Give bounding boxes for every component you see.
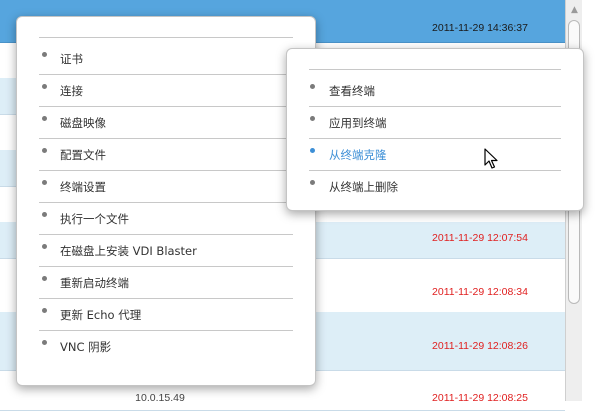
row-timestamp: 2011-11-29 12:08:34 xyxy=(432,286,528,298)
bullet-icon xyxy=(310,148,315,153)
menu-item-label: 应用到终端 xyxy=(329,116,387,130)
menu-item-label: 终端设置 xyxy=(60,180,106,194)
menu-item-disk-image[interactable]: 磁盘映像 xyxy=(17,107,315,139)
bullet-icon xyxy=(42,180,47,185)
menu-item-label: VNC 阴影 xyxy=(60,340,112,354)
menu-item-label: 连接 xyxy=(60,84,83,98)
row-ip: 10.0.15.49 xyxy=(135,392,185,404)
menu-item-label: 执行一个文件 xyxy=(60,212,129,226)
menu-item-label: 从终端克隆 xyxy=(329,148,387,162)
bullet-icon xyxy=(310,84,315,89)
menu-item-label: 重新启动终端 xyxy=(60,276,129,290)
bullet-icon xyxy=(42,84,47,89)
menu-item-label: 更新 Echo 代理 xyxy=(60,308,142,322)
chevron-up-icon[interactable]: ▲ xyxy=(569,4,580,16)
menu-item-label: 查看终端 xyxy=(329,84,375,98)
menu-item-connect[interactable]: 连接 xyxy=(17,75,315,107)
menu-item-label: 配置文件 xyxy=(60,148,106,162)
bullet-icon xyxy=(42,244,47,249)
submenu-item-view-terminal[interactable]: 查看终端 xyxy=(287,75,583,107)
menu-divider xyxy=(39,37,293,38)
bullet-icon xyxy=(42,276,47,281)
menu-item-restart-terminal[interactable]: 重新启动终端 xyxy=(17,267,315,299)
menu-item-terminal-settings[interactable]: 终端设置 xyxy=(17,171,315,203)
submenu-item-delete-from-terminal[interactable]: 从终端上删除 xyxy=(287,171,583,203)
submenu-item-apply-to-terminal[interactable]: 应用到终端 xyxy=(287,107,583,139)
menu-item-label: 磁盘映像 xyxy=(60,116,106,130)
menu-item-certificate[interactable]: 证书 xyxy=(17,43,315,75)
bullet-icon xyxy=(42,212,47,217)
submenu: 查看终端 应用到终端 从终端克隆 从终端上删除 xyxy=(286,48,584,211)
row-timestamp: 2011-11-29 12:07:54 xyxy=(432,232,528,244)
bullet-icon xyxy=(310,116,315,121)
menu-item-vnc-shadow[interactable]: VNC 阴影 xyxy=(17,331,315,363)
bullet-icon xyxy=(42,148,47,153)
submenu-item-clone-from-terminal[interactable]: 从终端克隆 xyxy=(287,139,583,171)
menu-item-label: 在磁盘上安装 VDI Blaster xyxy=(60,244,197,258)
row-timestamp: 2011-11-29 12:08:25 xyxy=(432,392,528,404)
bullet-icon xyxy=(42,340,47,345)
bullet-icon xyxy=(310,180,315,185)
mouse-pointer-icon xyxy=(484,148,498,169)
bullet-icon xyxy=(42,308,47,313)
menu-divider xyxy=(309,69,561,70)
row-timestamp: 2011-11-29 14:36:37 xyxy=(432,22,528,34)
menu-item-profile[interactable]: 配置文件 xyxy=(17,139,315,171)
menu-item-execute-file[interactable]: 执行一个文件 xyxy=(17,203,315,235)
menu-item-update-echo-agent[interactable]: 更新 Echo 代理 xyxy=(17,299,315,331)
context-menu: 证书 连接 磁盘映像 配置文件 终端设置 执行一个文件 在磁盘上安装 VDI B… xyxy=(16,16,316,386)
menu-item-label: 证书 xyxy=(60,52,83,66)
menu-item-install-vdi-blaster[interactable]: 在磁盘上安装 VDI Blaster xyxy=(17,235,315,267)
window-edge xyxy=(582,0,597,401)
row-timestamp: 2011-11-29 12:08:26 xyxy=(432,340,528,352)
bullet-icon xyxy=(42,116,47,121)
bullet-icon xyxy=(42,52,47,57)
menu-item-label: 从终端上删除 xyxy=(329,180,398,194)
